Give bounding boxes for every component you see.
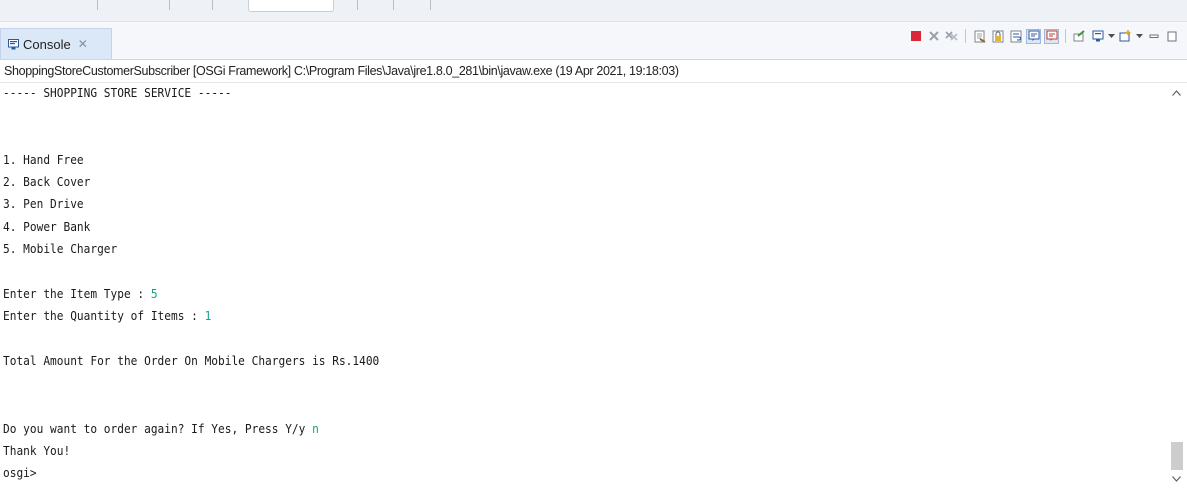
console-monitor-icon [8, 39, 19, 50]
quantity-line: Enter the Quantity of Items : 1 [3, 307, 211, 325]
menu-item: 1. Hand Free [3, 153, 84, 167]
word-wrap-icon[interactable] [1008, 29, 1023, 44]
order-again-input: n [312, 422, 319, 436]
menu-item: 3. Pen Drive [3, 197, 84, 211]
toolbar-separator [169, 0, 170, 10]
scrollbar-thumb[interactable] [1171, 442, 1183, 470]
vertical-scrollbar[interactable] [1165, 84, 1187, 488]
toolbar-separator [357, 0, 358, 10]
close-icon[interactable]: ✕ [78, 37, 88, 51]
toolbar-separator [393, 0, 394, 10]
chevron-down-icon[interactable] [1136, 29, 1143, 44]
thank-you-line: Thank You! [3, 444, 71, 458]
process-description: ShoppingStoreCustomerSubscriber [OSGi Fr… [0, 59, 1187, 83]
open-console-icon[interactable] [1118, 29, 1133, 44]
toolbar-separator [1065, 29, 1066, 43]
toolbar-separator [965, 29, 966, 43]
menu-item: 4. Power Bank [3, 220, 91, 234]
console-header-line: ----- SHOPPING STORE SERVICE ----- [3, 86, 232, 100]
editor-tab-stub[interactable] [248, 0, 334, 12]
order-again-prompt: Do you want to order again? If Yes, Pres… [3, 422, 313, 436]
editor-toolbar-strip [0, 0, 1187, 22]
menu-item: 5. Mobile Charger [3, 242, 118, 256]
item-type-prompt: Enter the Item Type : [3, 287, 151, 301]
scroll-up-icon[interactable] [1165, 84, 1187, 102]
toolbar-separator [212, 0, 213, 10]
chevron-down-icon[interactable] [1108, 29, 1115, 44]
item-type-line: Enter the Item Type : 5 [3, 285, 158, 303]
display-selected-console-icon[interactable] [1090, 29, 1105, 44]
total-amount-line: Total Amount For the Order On Mobile Cha… [3, 354, 380, 368]
remove-launch-icon[interactable] [926, 29, 941, 44]
tab-console-label: Console [23, 36, 71, 52]
pin-console-icon[interactable] [1072, 29, 1087, 44]
toolbar-separator [97, 0, 98, 10]
clear-console-icon[interactable] [972, 29, 987, 44]
scroll-down-icon[interactable] [1165, 470, 1187, 488]
show-console-on-stdout-icon[interactable] [1026, 28, 1041, 44]
item-type-input: 5 [150, 287, 158, 301]
terminate-icon[interactable] [908, 29, 923, 44]
tab-console[interactable]: Console ✕ [0, 28, 112, 59]
show-console-on-stderr-icon[interactable] [1044, 28, 1059, 44]
console-view-header: Console ✕ [0, 22, 1187, 59]
osgi-prompt[interactable]: osgi> [3, 464, 37, 482]
order-again-line: Do you want to order again? If Yes, Pres… [3, 420, 319, 438]
minimize-icon[interactable] [1146, 29, 1161, 44]
console-toolbar [908, 28, 1179, 44]
remove-all-terminated-icon[interactable] [944, 29, 959, 44]
scroll-lock-icon[interactable] [990, 29, 1005, 44]
menu-item: 2. Back Cover [3, 175, 91, 189]
toolbar-separator [430, 0, 431, 10]
quantity-prompt: Enter the Quantity of Items : [3, 309, 205, 323]
maximize-icon[interactable] [1164, 29, 1179, 44]
quantity-input: 1 [204, 309, 212, 323]
console-output[interactable]: ----- SHOPPING STORE SERVICE ----- 1. Ha… [0, 84, 1163, 488]
